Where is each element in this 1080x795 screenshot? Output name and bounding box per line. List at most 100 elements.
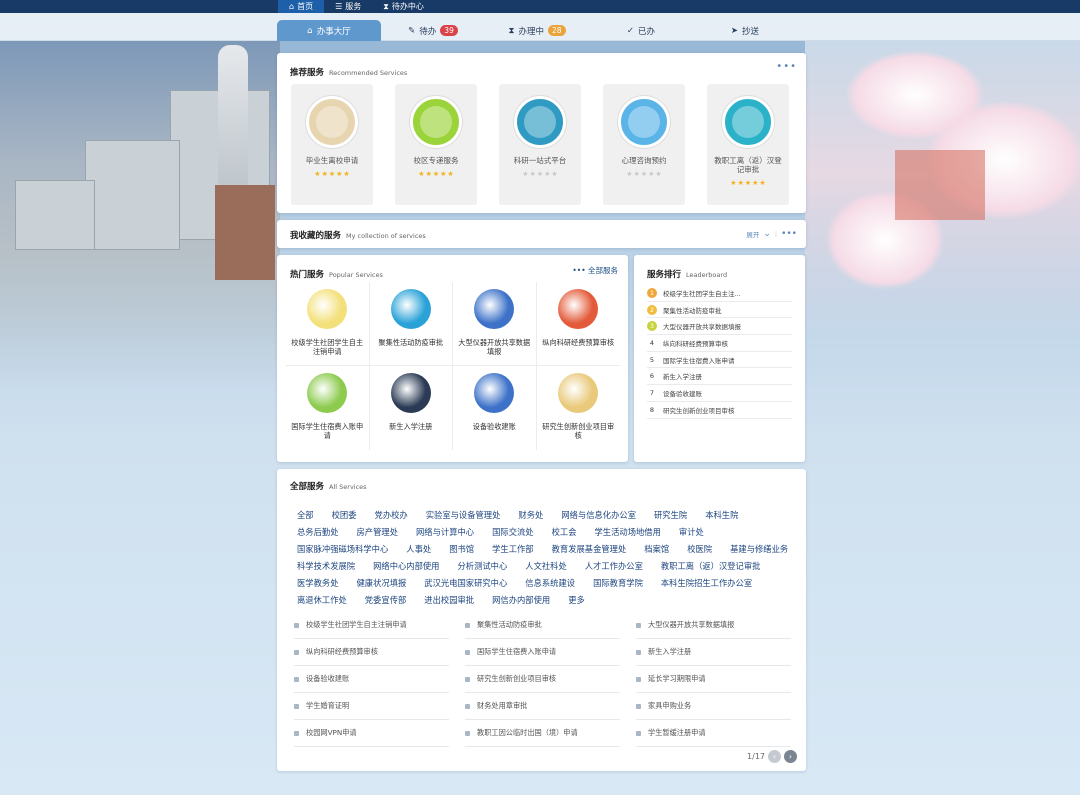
- service-list-item[interactable]: 聚集性活动防疫审批: [465, 612, 620, 639]
- category-filter[interactable]: 全部: [297, 507, 314, 524]
- tab-todo[interactable]: ✎ 待办 39: [381, 20, 485, 41]
- service-list-item[interactable]: 延长学习期限申请: [636, 666, 791, 693]
- category-filter[interactable]: 网络与计算中心: [416, 524, 474, 541]
- popular-service-item[interactable]: 聚集性活动防疫审批: [369, 282, 453, 366]
- category-filter[interactable]: 人才工作办公室: [585, 558, 643, 575]
- category-filter[interactable]: 网信办内部使用: [492, 592, 550, 609]
- leaderboard-row[interactable]: 5 国际学生住宿费入账申请: [647, 352, 792, 369]
- category-filter[interactable]: 本科生院招生工作办公室: [661, 575, 752, 592]
- category-filter[interactable]: 学生活动场地借用: [595, 524, 661, 541]
- more-button[interactable]: •••: [776, 61, 797, 72]
- recommended-service-item[interactable]: 毕业生离校申请 ★ ★ ★ ★ ★: [291, 84, 373, 205]
- popular-service-item[interactable]: 设备验收建账: [453, 366, 537, 450]
- service-list-item[interactable]: 学生暂缓注册申请: [636, 720, 791, 747]
- category-filter[interactable]: 实验室与设备管理处: [426, 507, 501, 524]
- category-filter[interactable]: 党办校办: [375, 507, 408, 524]
- category-filter[interactable]: 图书馆: [449, 541, 474, 558]
- recommended-service-item[interactable]: 教职工离（返）汉登记审批 ★ ★ ★ ★ ★: [707, 84, 789, 205]
- category-filter[interactable]: 审计处: [679, 524, 704, 541]
- topnav-services[interactable]: ☰ 服务: [324, 0, 372, 13]
- leaderboard-row[interactable]: 4 纵向科研经费预算审核: [647, 335, 792, 352]
- tab-done[interactable]: ✓ 已办: [589, 20, 693, 41]
- category-filter[interactable]: 党委宣传部: [365, 592, 407, 609]
- leaderboard-row[interactable]: 3 大型仪器开放共享数据填报: [647, 318, 792, 336]
- category-filter[interactable]: 房产管理处: [357, 524, 399, 541]
- leaderboard-row[interactable]: 8 研究生创新创业项目审核: [647, 402, 792, 419]
- service-list-item[interactable]: 学生婚育证明: [294, 693, 449, 720]
- leaderboard-row[interactable]: 2 聚集性活动防疫审批: [647, 302, 792, 319]
- recommended-service-item[interactable]: 心理咨询预约 ★ ★ ★ ★ ★: [603, 84, 685, 205]
- my-collection-card: 我收藏的服务 My collection of services 展开 ⌄ | •…: [277, 220, 806, 248]
- category-filter[interactable]: 校工会: [552, 524, 577, 541]
- popular-service-item[interactable]: 校级学生社团学生自主注销申请: [286, 282, 370, 366]
- all-services-link[interactable]: ••• 全部服务: [572, 265, 618, 276]
- category-filter[interactable]: 本科生院: [705, 507, 738, 524]
- category-filter[interactable]: 科学技术发展院: [297, 558, 355, 575]
- category-filter[interactable]: 基建与修缮业务: [730, 541, 788, 558]
- service-list-item[interactable]: 纵向科研经费预算审核: [294, 639, 449, 666]
- category-filter[interactable]: 档案馆: [644, 541, 669, 558]
- service-list-item[interactable]: 设备验收建账: [294, 666, 449, 693]
- category-filter[interactable]: 研究生院: [654, 507, 687, 524]
- category-filter[interactable]: 校团委: [332, 507, 357, 524]
- category-filter[interactable]: 教职工离（返）汉登记审批: [661, 558, 761, 575]
- category-filter[interactable]: 校医院: [687, 541, 712, 558]
- send-icon: ➤: [730, 25, 739, 36]
- category-filter[interactable]: 分析测试中心: [457, 558, 507, 575]
- next-page-button[interactable]: ›: [784, 750, 797, 763]
- service-list-item[interactable]: 财务处用章审批: [465, 693, 620, 720]
- tab-service-hall[interactable]: ⌂ 办事大厅: [277, 20, 381, 41]
- service-list-item[interactable]: 研究生创新创业项目审核: [465, 666, 620, 693]
- category-filter[interactable]: 离退休工作处: [297, 592, 347, 609]
- category-filter[interactable]: 武汉光电国家研究中心: [424, 575, 507, 592]
- service-list-item[interactable]: 大型仪器开放共享数据填报: [636, 612, 791, 639]
- service-list-item[interactable]: 教职工因公临时出国（境）申请: [465, 720, 620, 747]
- service-list-item[interactable]: 家具申购业务: [636, 693, 791, 720]
- topnav-home[interactable]: ⌂ 首页: [278, 0, 325, 13]
- recommended-service-item[interactable]: 校区专递服务 ★ ★ ★ ★ ★: [395, 84, 477, 205]
- expand-button[interactable]: 展开: [746, 229, 759, 239]
- prev-page-button[interactable]: ‹: [768, 750, 781, 763]
- popular-service-item[interactable]: 大型仪器开放共享数据填报: [453, 282, 537, 366]
- category-filter[interactable]: 信息系统建设: [525, 575, 575, 592]
- topnav-todo-center[interactable]: ⧗ 待办中心: [372, 0, 435, 13]
- popular-service-item[interactable]: 纵向科研经费预算审核: [536, 282, 620, 366]
- service-name: 毕业生离校申请: [305, 156, 359, 165]
- category-filter[interactable]: 财务处: [518, 507, 543, 524]
- more-button[interactable]: •••: [781, 229, 797, 239]
- rank-number: 6: [649, 372, 655, 381]
- tab-cc[interactable]: ➤ 抄送: [693, 20, 797, 41]
- category-filter[interactable]: 人事处: [406, 541, 431, 558]
- bullet-icon: [636, 730, 641, 736]
- category-filter[interactable]: 更多: [568, 592, 585, 609]
- category-filter[interactable]: 国家脉冲强磁场科学中心: [297, 541, 388, 558]
- leaderboard-service-name: 新生入学注册: [663, 373, 702, 382]
- service-list-item[interactable]: 新生入学注册: [636, 639, 791, 666]
- category-filter[interactable]: 国际教育学院: [593, 575, 643, 592]
- popular-service-item[interactable]: 国际学生住宿费入账申请: [286, 366, 370, 450]
- category-filter[interactable]: 国际交流处: [492, 524, 534, 541]
- leaderboard-row[interactable]: 6 新生入学注册: [647, 368, 792, 386]
- category-filter[interactable]: 总务后勤处: [297, 524, 339, 541]
- recommended-service-item[interactable]: 科研一站式平台 ★ ★ ★ ★ ★: [499, 84, 581, 205]
- category-filter[interactable]: 网络中心内部使用: [373, 558, 439, 575]
- category-filter[interactable]: 进出校园审批: [424, 592, 474, 609]
- category-filter[interactable]: 医学教务处: [297, 575, 339, 592]
- service-list-item[interactable]: 国际学生住宿费入账申请: [465, 639, 620, 666]
- star-icon: ★: [551, 170, 558, 178]
- service-list-item[interactable]: 校园网VPN申请: [294, 720, 449, 747]
- popular-service-item[interactable]: 新生入学注册: [370, 366, 453, 450]
- service-name: 心理咨询预约: [621, 156, 667, 165]
- category-filter[interactable]: 网络与信息化办公室: [561, 507, 636, 524]
- popular-service-item[interactable]: 研究生创新创业项目审核: [537, 366, 621, 450]
- rating-stars: ★ ★ ★ ★ ★: [626, 170, 661, 178]
- service-list-item[interactable]: 校级学生社团学生自主注销申请: [294, 612, 449, 639]
- category-filter[interactable]: 教育发展基金管理处: [552, 541, 627, 558]
- category-filter[interactable]: 学生工作部: [492, 541, 534, 558]
- leaderboard-row[interactable]: 1 校级学生社团学生自主注...: [647, 285, 792, 302]
- category-filter[interactable]: 健康状况填报: [357, 575, 407, 592]
- leaderboard-row[interactable]: 7 设备验收建账: [647, 385, 792, 402]
- tab-in-progress[interactable]: ⧗ 办理中 28: [485, 20, 589, 41]
- chevron-down-icon[interactable]: ⌄: [763, 229, 771, 239]
- category-filter[interactable]: 人文社科处: [525, 558, 567, 575]
